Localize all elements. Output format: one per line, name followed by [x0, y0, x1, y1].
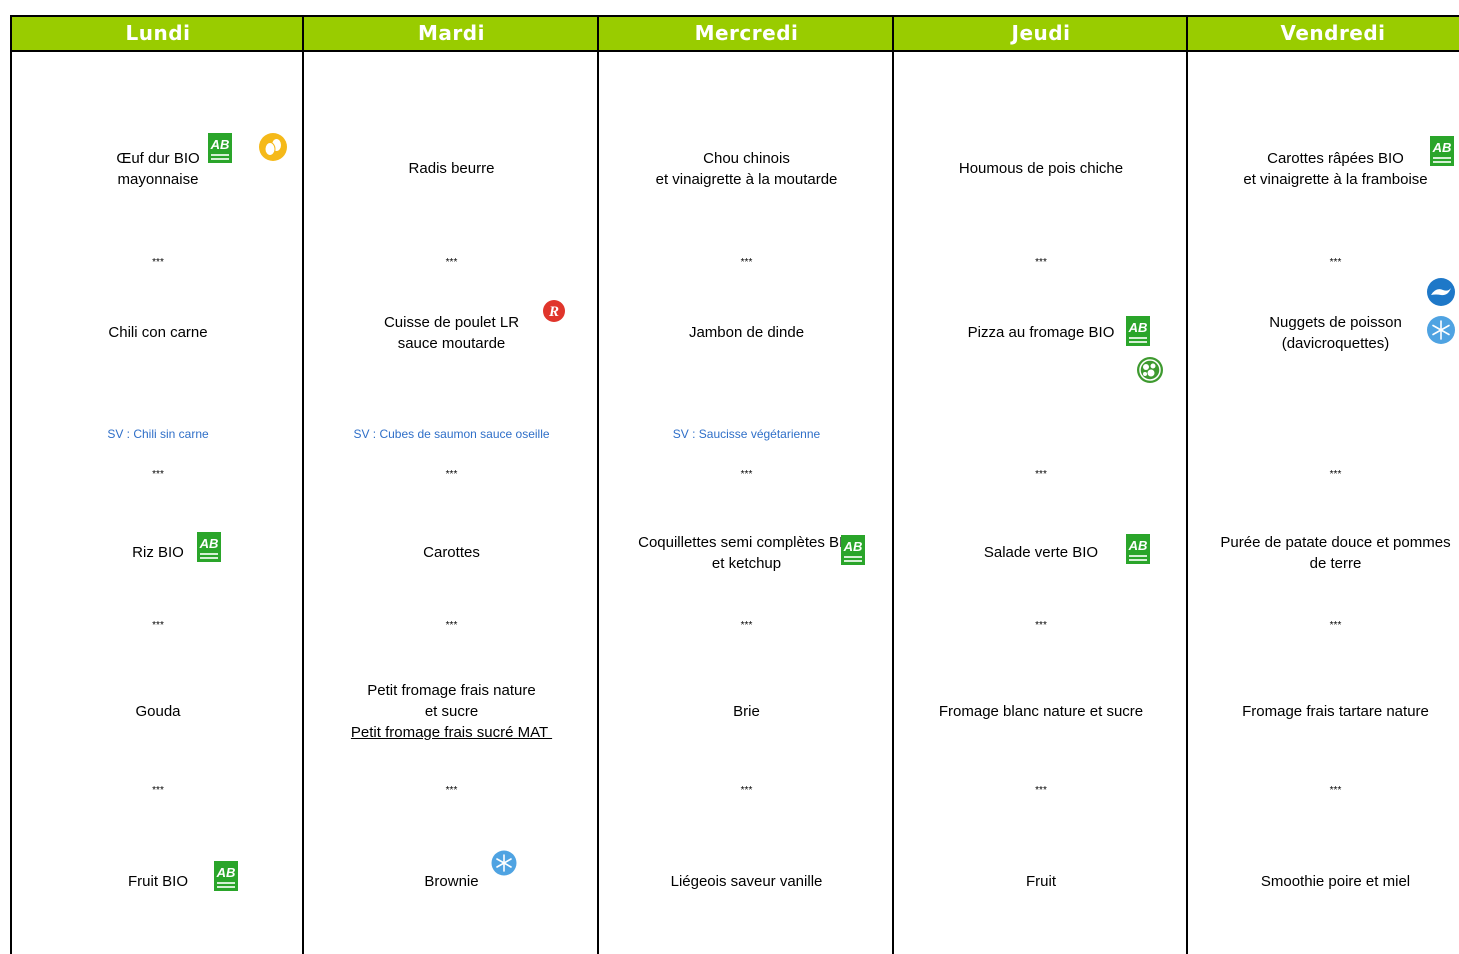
- day-header-mercredi: Mercredi: [694, 21, 799, 45]
- dish-line: et vinaigrette à la framboise: [1243, 171, 1428, 188]
- bio-label-icon: AB: [214, 861, 238, 891]
- separator: ***: [1329, 785, 1342, 796]
- separator: ***: [152, 620, 164, 631]
- starter-mercredi: Chou chinois et vinaigrette à la moutard…: [599, 148, 894, 190]
- dish-line: mayonnaise: [117, 171, 199, 188]
- separator: ***: [1035, 785, 1047, 796]
- dish-line: Fruit: [1026, 873, 1056, 890]
- side-vendredi: Purée de patate douce et pommes de terre: [1188, 532, 1459, 574]
- sustainable-fish-icon: [1427, 278, 1455, 306]
- dish-line: (davicroquettes): [1281, 335, 1390, 352]
- separator: ***: [445, 469, 458, 480]
- starter-jeudi: Houmous de pois chiche: [894, 158, 1188, 179]
- dish-line: Smoothie poire et miel: [1260, 873, 1411, 890]
- day-header-vendredi: Vendredi: [1280, 21, 1386, 45]
- cheese-jeudi: Fromage blanc nature et sucre: [894, 701, 1188, 722]
- dish-line: Chili con carne: [108, 324, 208, 341]
- dish-line: Gouda: [135, 703, 181, 720]
- main-mercredi: Jambon de dinde: [599, 322, 894, 343]
- dish-line: Carottes: [423, 544, 480, 561]
- dish-line: Carottes râpées BIO: [1267, 150, 1404, 167]
- cheese-mercredi: Brie: [599, 701, 894, 722]
- separator: ***: [152, 469, 164, 480]
- separator: ***: [740, 785, 753, 796]
- dessert-jeudi: Fruit: [894, 871, 1188, 892]
- dish-line: Nuggets de poisson: [1269, 314, 1402, 331]
- separator: ***: [740, 620, 753, 631]
- dish-line: de terre: [1309, 555, 1362, 572]
- snowflake-icon: [491, 850, 517, 876]
- veggie-icon: [1137, 357, 1163, 383]
- starter-vendredi: Carottes râpées BIO et vinaigrette à la …: [1188, 148, 1459, 190]
- egg-icon: [259, 133, 287, 161]
- sv-mardi: SV : Cubes de saumon sauce oseille: [353, 427, 550, 441]
- separator: ***: [152, 257, 164, 268]
- dish-line: Fromage frais tartare nature: [1242, 703, 1429, 720]
- label-rouge-icon: R: [543, 300, 565, 322]
- separator: ***: [1035, 469, 1047, 480]
- bio-label-icon: AB: [208, 133, 232, 163]
- main-vendredi: Nuggets de poisson (davicroquettes): [1188, 312, 1459, 354]
- separator: ***: [1329, 620, 1342, 631]
- day-header-mardi: Mardi: [418, 21, 485, 45]
- side-mardi: Carottes: [304, 542, 599, 563]
- cheese-vendredi: Fromage frais tartare nature: [1188, 701, 1459, 722]
- separator: ***: [1035, 257, 1047, 268]
- dish-line: et sucre: [424, 703, 479, 720]
- day-header-lundi: Lundi: [125, 21, 191, 45]
- separator: ***: [152, 785, 164, 796]
- dish-line: Brownie: [424, 873, 479, 890]
- dessert-lundi: Fruit BIO: [12, 871, 304, 892]
- dish-line: Petit fromage frais nature: [367, 682, 536, 699]
- svg-text:AB: AB: [216, 865, 236, 880]
- menu-table: Lundi Mardi Mercredi Jeudi Vendredi Œuf …: [10, 15, 1459, 954]
- separator: ***: [445, 257, 458, 268]
- svg-text:AB: AB: [199, 536, 219, 551]
- dish-line: Fromage blanc nature et sucre: [938, 703, 1144, 720]
- svg-text:AB: AB: [1128, 320, 1148, 335]
- svg-text:AB: AB: [1128, 538, 1148, 553]
- bio-label-icon: AB: [1430, 136, 1454, 166]
- bio-label-icon: AB: [197, 532, 221, 562]
- dish-line: Purée de patate douce et pommes: [1220, 534, 1451, 551]
- dish-line: Radis beurre: [408, 160, 495, 177]
- dish-line: et vinaigrette à la moutarde: [655, 171, 838, 188]
- dish-line: Liégeois saveur vanille: [670, 873, 823, 890]
- svg-text:AB: AB: [843, 539, 863, 554]
- cheese-mardi: Petit fromage frais nature et sucre Peti…: [304, 680, 599, 743]
- dessert-mercredi: Liégeois saveur vanille: [599, 871, 894, 892]
- dish-line: Chou chinois: [703, 150, 790, 167]
- dish-line: Petit fromage frais sucré MAT: [350, 724, 553, 741]
- side-lundi: Riz BIO: [12, 542, 304, 563]
- starter-mardi: Radis beurre: [304, 158, 599, 179]
- dish-line: Brie: [733, 703, 760, 720]
- separator: ***: [1329, 469, 1342, 480]
- dessert-mardi: Brownie: [304, 871, 599, 892]
- snowflake-icon: [1427, 316, 1455, 344]
- separator: ***: [740, 469, 753, 480]
- separator: ***: [740, 257, 753, 268]
- dish-line: Fruit BIO: [127, 873, 188, 890]
- day-header-jeudi: Jeudi: [1011, 21, 1071, 45]
- separator: ***: [445, 785, 458, 796]
- dish-line: Riz BIO: [132, 544, 184, 561]
- separator: ***: [1035, 620, 1047, 631]
- dessert-vendredi: Smoothie poire et miel: [1188, 871, 1459, 892]
- dish-line: Jambon de dinde: [688, 324, 805, 341]
- sv-lundi: SV : Chili sin carne: [107, 427, 209, 441]
- main-lundi: Chili con carne: [12, 322, 304, 343]
- svg-text:AB: AB: [1432, 140, 1452, 155]
- svg-text:AB: AB: [210, 137, 230, 152]
- svg-text:R: R: [548, 304, 559, 320]
- bio-label-icon: AB: [1126, 316, 1150, 346]
- dish-line: Houmous de pois chiche: [958, 160, 1124, 177]
- sv-mercredi: SV : Saucisse végétarienne: [672, 427, 821, 441]
- separator: ***: [445, 620, 458, 631]
- separator: ***: [1329, 257, 1342, 268]
- bio-label-icon: AB: [1126, 534, 1150, 564]
- dish-line: sauce moutarde: [397, 335, 506, 352]
- bio-label-icon: AB: [841, 535, 865, 565]
- cheese-lundi: Gouda: [12, 701, 304, 722]
- header-row: Lundi Mardi Mercredi Jeudi Vendredi: [12, 15, 1459, 52]
